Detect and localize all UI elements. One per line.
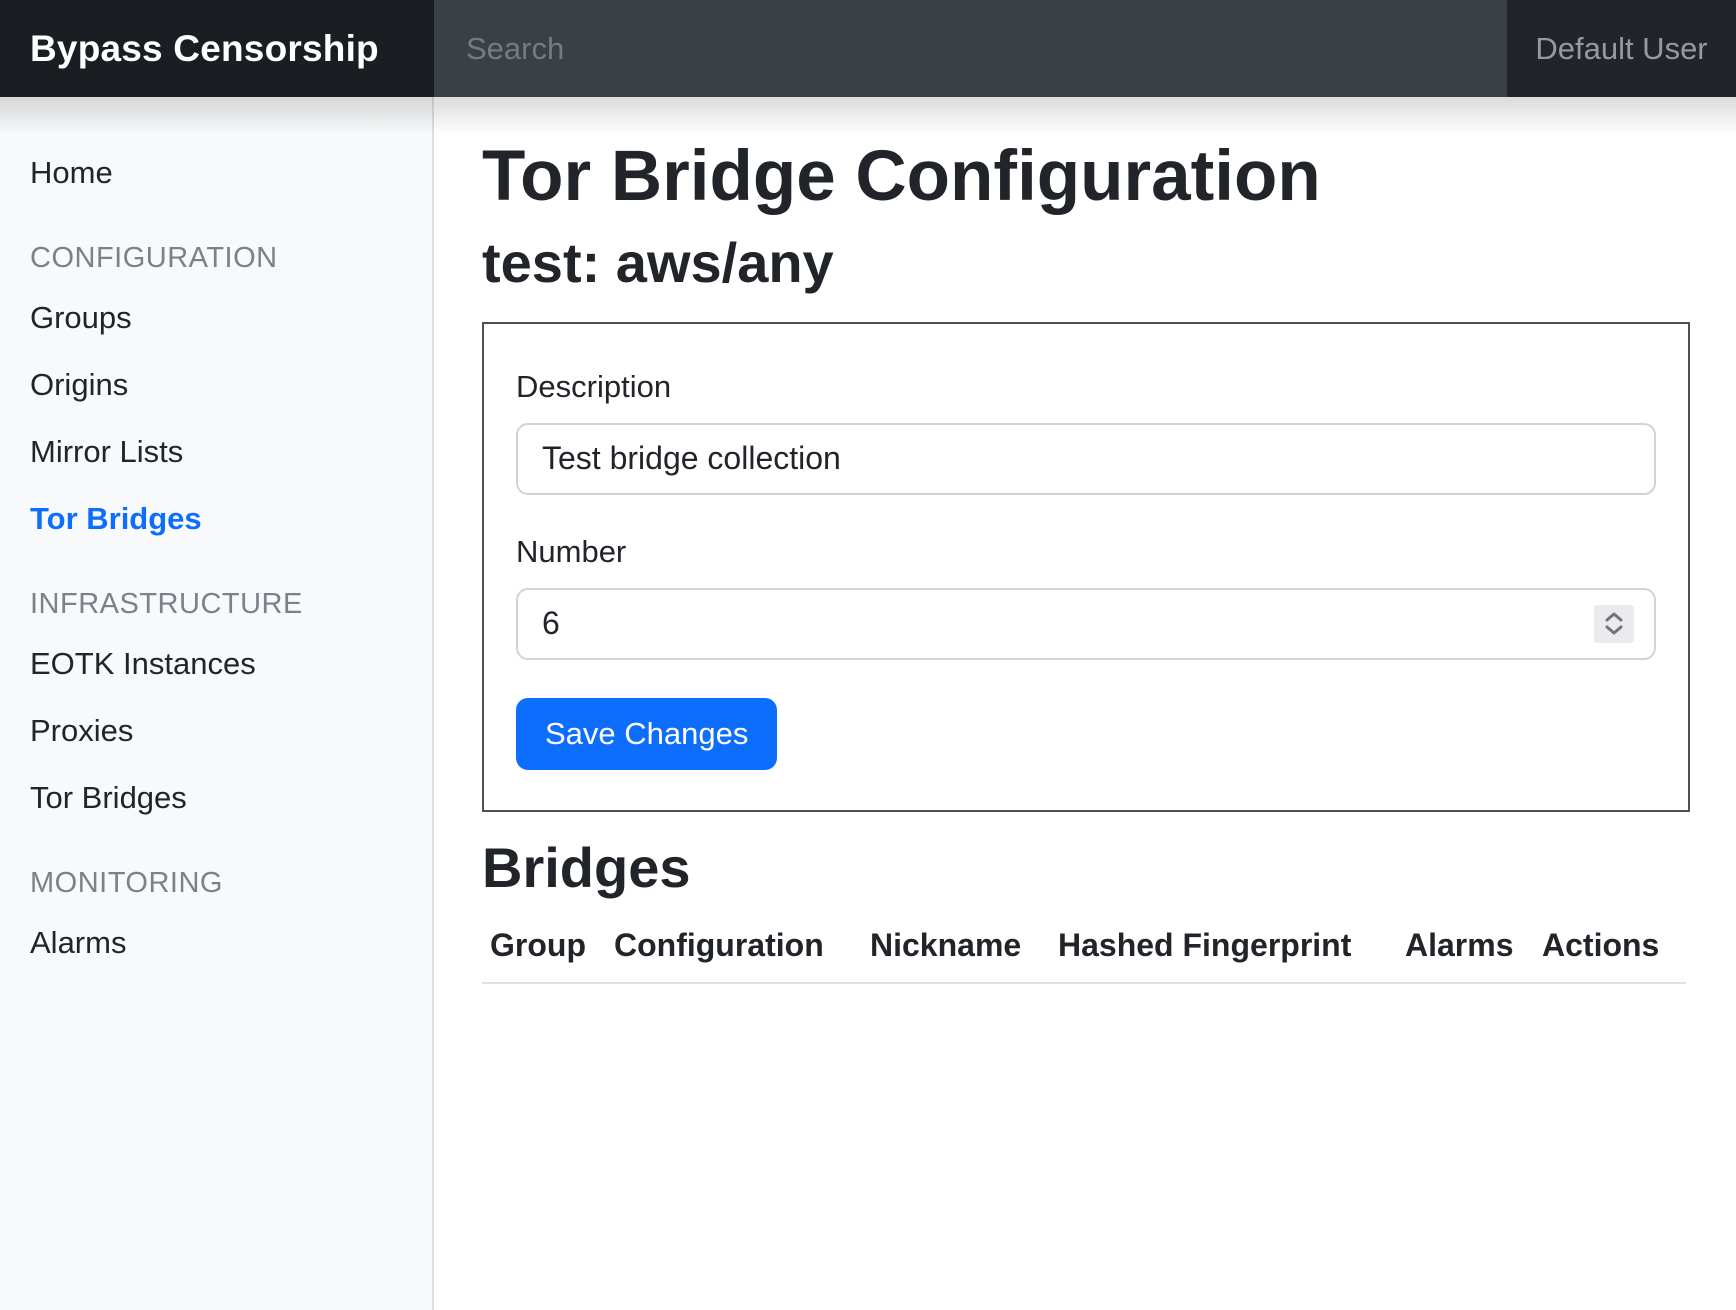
bridge-config-form: Description Number S	[482, 322, 1690, 812]
sidebar-heading-configuration: CONFIGURATION	[30, 240, 402, 276]
column-header-hashed-fingerprint: Hashed Fingerprint	[1050, 913, 1397, 983]
sidebar-item-tor-bridges[interactable]: Tor Bridges	[0, 485, 432, 552]
column-header-nickname: Nickname	[862, 913, 1050, 983]
sidebar-item-proxies[interactable]: Proxies	[0, 697, 432, 764]
app-window: Bypass Censorship Default User Home CONF…	[0, 0, 1736, 1310]
bridges-table: Group Configuration Nickname Hashed Fing…	[482, 913, 1686, 984]
bridges-table-header: Group Configuration Nickname Hashed Fing…	[482, 913, 1686, 983]
layout-row: Home CONFIGURATION Groups Origins Mirror…	[0, 97, 1736, 1310]
stepper-down-icon[interactable]	[1605, 625, 1623, 635]
page-subtitle: test: aws/any	[482, 229, 1690, 296]
sidebar-heading-infrastructure: INFRASTRUCTURE	[30, 586, 402, 622]
sidebar-item-tor-bridges-infra[interactable]: Tor Bridges	[0, 764, 432, 831]
user-menu-label: Default User	[1535, 31, 1707, 67]
number-field-wrap	[516, 588, 1656, 660]
number-stepper[interactable]	[1594, 605, 1634, 643]
column-header-group: Group	[482, 913, 606, 983]
bridges-section-heading: Bridges	[482, 834, 1690, 901]
user-menu[interactable]: Default User	[1507, 0, 1736, 97]
sidebar: Home CONFIGURATION Groups Origins Mirror…	[0, 97, 434, 1310]
top-navbar: Bypass Censorship Default User	[0, 0, 1736, 97]
sidebar-item-mirror-lists[interactable]: Mirror Lists	[0, 418, 432, 485]
stepper-up-icon[interactable]	[1605, 612, 1623, 622]
description-input[interactable]	[516, 423, 1656, 495]
column-header-alarms: Alarms	[1397, 913, 1534, 983]
sidebar-item-eotk-instances[interactable]: EOTK Instances	[0, 630, 432, 697]
search-input[interactable]	[434, 0, 1507, 97]
sidebar-item-groups[interactable]: Groups	[0, 284, 432, 351]
column-header-configuration: Configuration	[606, 913, 862, 983]
sidebar-heading-monitoring: MONITORING	[30, 865, 402, 901]
main-content: Tor Bridge Configuration test: aws/any D…	[434, 97, 1736, 1310]
number-label: Number	[516, 533, 1656, 570]
sidebar-item-alarms[interactable]: Alarms	[0, 909, 432, 976]
brand-link[interactable]: Bypass Censorship	[0, 0, 434, 97]
save-changes-button[interactable]: Save Changes	[516, 698, 777, 770]
description-label: Description	[516, 368, 1656, 405]
description-field-wrap	[516, 423, 1656, 495]
number-input[interactable]	[516, 588, 1656, 660]
sidebar-item-home[interactable]: Home	[0, 139, 432, 206]
sidebar-item-origins[interactable]: Origins	[0, 351, 432, 418]
column-header-actions: Actions	[1534, 913, 1686, 983]
page-title: Tor Bridge Configuration	[482, 135, 1690, 219]
